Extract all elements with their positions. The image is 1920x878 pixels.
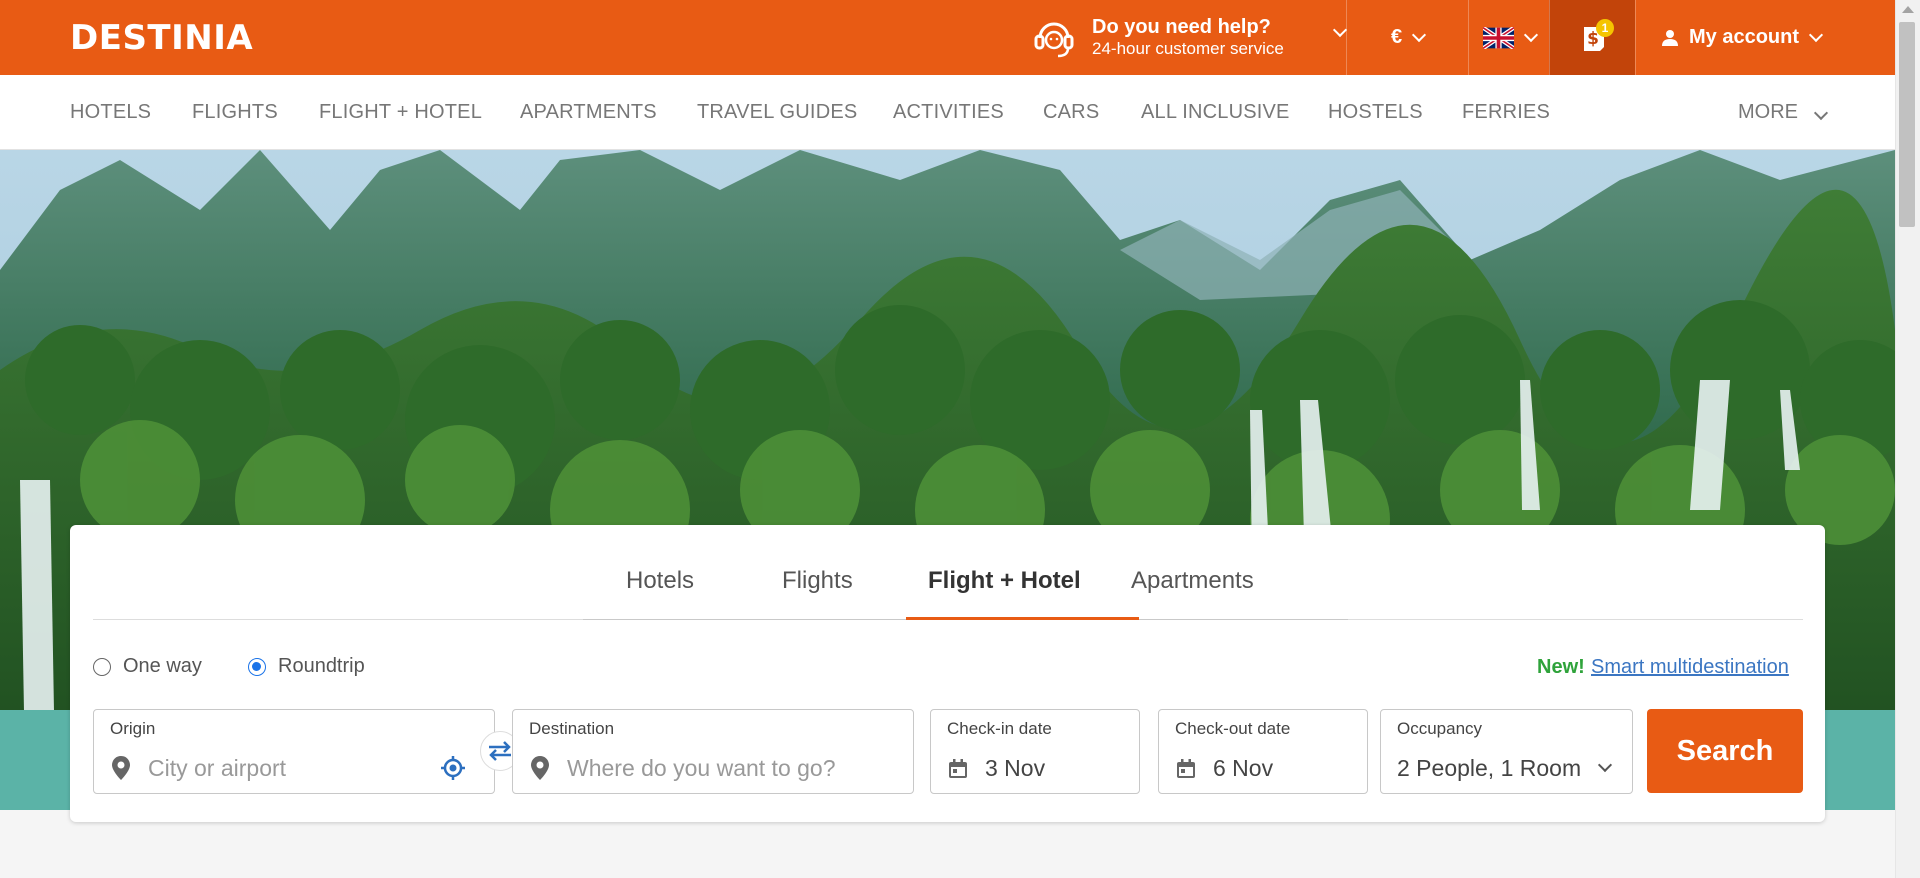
active-tab-indicator bbox=[906, 617, 1139, 620]
logo[interactable]: DESTINIA bbox=[70, 18, 253, 58]
tab-flight-hotel[interactable]: Flight + Hotel bbox=[928, 567, 1081, 595]
checkin-label: Check-in date bbox=[947, 719, 1052, 738]
occupancy-select[interactable]: Occupancy 2 People, 1 Room bbox=[1380, 709, 1633, 794]
origin-label: Origin bbox=[110, 719, 156, 738]
destination-input[interactable]: Where do you want to go? bbox=[567, 755, 836, 782]
account-menu[interactable]: My account bbox=[1635, 0, 1895, 75]
nav-item-flight-hotel[interactable]: FLIGHT + HOTEL bbox=[319, 101, 482, 124]
nav-more[interactable]: MORE bbox=[1738, 101, 1828, 124]
checkin-field[interactable]: Check-in date 3 Nov bbox=[930, 709, 1140, 794]
nav-item-hostels[interactable]: HOSTELS bbox=[1328, 101, 1423, 124]
checkin-value: 3 Nov bbox=[985, 755, 1046, 781]
headset-icon bbox=[1034, 22, 1074, 57]
radio-one-way[interactable] bbox=[93, 657, 111, 676]
chevron-down-icon bbox=[1597, 757, 1613, 773]
nav-item-apartments[interactable]: APARTMENTS bbox=[520, 101, 657, 124]
help-title: Do you need help? bbox=[1092, 15, 1271, 38]
chevron-down-icon bbox=[1808, 27, 1824, 43]
nav-item-activities[interactable]: ACTIVITIES bbox=[893, 101, 1004, 124]
wallet-button[interactable]: $ bbox=[1549, 0, 1635, 75]
geolocate-icon[interactable] bbox=[440, 755, 466, 781]
scroll-up-arrow[interactable] bbox=[1902, 6, 1914, 13]
scrollbar-thumb[interactable] bbox=[1899, 22, 1915, 227]
nav-item-flights[interactable]: FLIGHTS bbox=[192, 101, 278, 124]
nav-item-ferries[interactable]: FERRIES bbox=[1462, 101, 1550, 124]
help-menu[interactable]: Do you need help? 24-hour customer servi… bbox=[1030, 0, 1348, 75]
nav-item-cars[interactable]: CARS bbox=[1043, 101, 1099, 124]
search-card: Hotels Flights Flight + Hotel Apartments… bbox=[70, 525, 1825, 822]
location-pin-icon bbox=[531, 756, 549, 780]
help-subtitle: 24-hour customer service bbox=[1092, 38, 1284, 58]
checkout-label: Check-out date bbox=[1175, 719, 1291, 738]
radio-roundtrip[interactable] bbox=[248, 657, 266, 676]
search-tabs: Hotels Flights Flight + Hotel Apartments bbox=[93, 525, 1803, 620]
occupancy-value: 2 People, 1 Room bbox=[1397, 755, 1582, 781]
main-nav: HOTELS FLIGHTS FLIGHT + HOTEL APARTMENTS… bbox=[0, 75, 1895, 150]
top-header: DESTINIA Do you need help? 24-hour custo… bbox=[0, 0, 1895, 75]
smart-multidestination-link[interactable]: Smart multidestination bbox=[1591, 656, 1789, 679]
nav-more-label: MORE bbox=[1738, 101, 1798, 123]
account-label: My account bbox=[1689, 26, 1800, 48]
checkout-value: 6 Nov bbox=[1213, 755, 1274, 781]
search-button[interactable]: Search bbox=[1647, 709, 1803, 793]
user-icon bbox=[1662, 29, 1678, 46]
currency-label: € bbox=[1390, 26, 1403, 48]
swap-icon bbox=[489, 741, 511, 761]
tab-flights[interactable]: Flights bbox=[782, 567, 853, 595]
one-way-label: One way bbox=[123, 655, 202, 677]
calendar-icon bbox=[1177, 759, 1195, 778]
uk-flag-icon bbox=[1482, 26, 1514, 49]
nav-item-all-inclusive[interactable]: ALL INCLUSIVE bbox=[1141, 101, 1290, 124]
roundtrip-label: Roundtrip bbox=[278, 655, 365, 677]
checkout-field[interactable]: Check-out date 6 Nov bbox=[1158, 709, 1368, 794]
notification-badge: 1 bbox=[1596, 19, 1614, 37]
tab-apartments[interactable]: Apartments bbox=[1131, 567, 1254, 595]
origin-field[interactable]: Origin City or airport bbox=[93, 709, 495, 794]
nav-item-travel-guides[interactable]: TRAVEL GUIDES bbox=[697, 101, 857, 124]
chevron-down-icon bbox=[1411, 27, 1427, 43]
destination-field[interactable]: Destination Where do you want to go? bbox=[512, 709, 914, 794]
chevron-down-icon bbox=[1813, 105, 1828, 121]
trip-type-roundtrip[interactable]: Roundtrip bbox=[248, 655, 365, 678]
chevron-down-icon bbox=[1332, 22, 1348, 38]
nav-item-hotels[interactable]: HOTELS bbox=[70, 101, 151, 124]
new-badge: New! bbox=[1537, 656, 1585, 678]
tab-hotels[interactable]: Hotels bbox=[626, 567, 694, 595]
trip-type-one-way[interactable]: One way bbox=[93, 655, 202, 678]
calendar-icon bbox=[949, 759, 967, 778]
destination-label: Destination bbox=[529, 719, 615, 738]
occupancy-label: Occupancy bbox=[1397, 719, 1483, 738]
origin-input[interactable]: City or airport bbox=[148, 755, 286, 782]
currency-selector[interactable]: € bbox=[1346, 0, 1468, 75]
language-selector[interactable] bbox=[1468, 0, 1549, 75]
location-pin-icon bbox=[112, 756, 130, 780]
chevron-down-icon bbox=[1523, 27, 1538, 43]
